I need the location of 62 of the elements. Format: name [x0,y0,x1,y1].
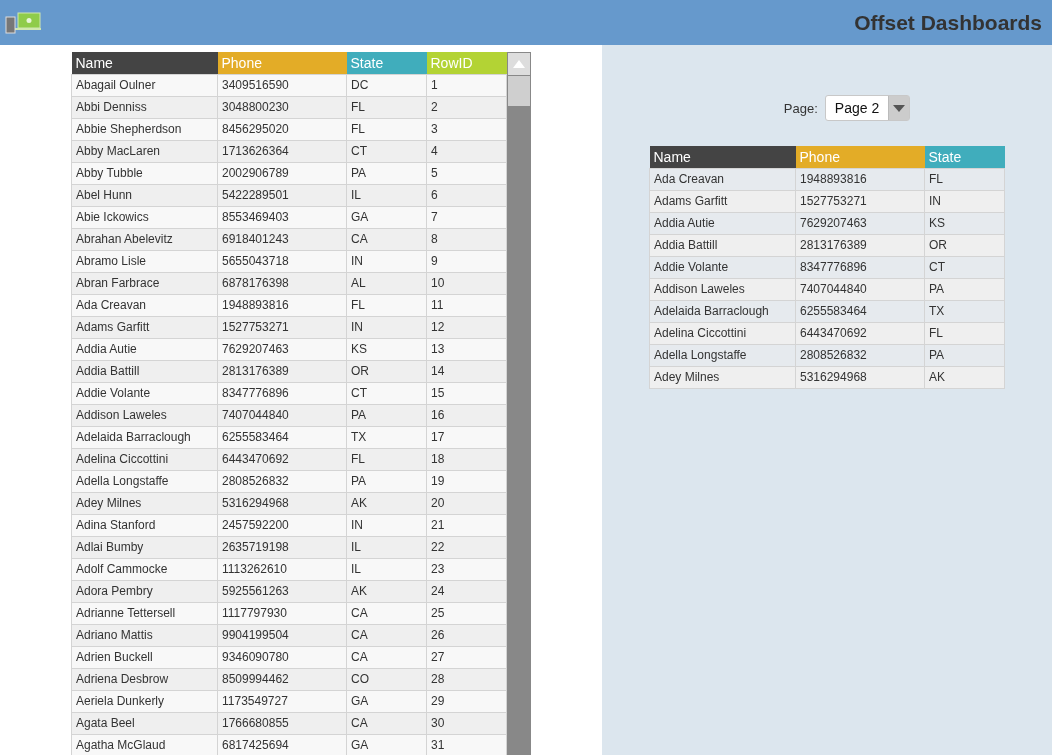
table-cell: FL [924,168,1005,190]
table-cell: Adora Pembry [71,580,218,602]
table-cell: 3409516590 [217,74,347,96]
caret-icon [893,104,906,112]
table-cell: Abie Ickowics [71,206,218,228]
triangle-up-icon [513,60,525,68]
table-cell: Adelina Ciccottini [649,322,796,344]
column-header: Phone [795,146,925,168]
table-cell: Addison Laweles [649,278,796,300]
table-cell: Adams Garfitt [71,316,218,338]
scrollbar-thumb[interactable] [508,76,530,106]
table-cell: 1 [426,74,507,96]
scrollbar-track[interactable] [507,52,531,755]
table-cell: Abrahan Abelevitz [71,228,218,250]
app-title: Offset Dashboards [854,10,1042,35]
scroll-up-button[interactable] [508,53,530,75]
column-header: State [924,146,1005,168]
page-label: Page: [783,100,818,116]
table-cell: Adella Longstaffe [71,470,218,492]
table-cell: Adolf Cammocke [71,558,218,580]
table-cell: Adey Milnes [71,492,218,514]
devices-icon [5,11,41,34]
table-cell: 1948893816 [795,168,925,190]
table-cell: Abran Farbrace [71,272,218,294]
table-cell: Ada Creavan [649,168,796,190]
table-cell: Addie Volante [71,382,218,404]
table-cell: Adella Longstaffe [649,344,796,366]
table-cell: Addia Battill [71,360,218,382]
table-cell: Adams Garfitt [649,190,796,212]
table-cell: Abramo Lisle [71,250,218,272]
table-cell: Adriano Mattis [71,624,218,646]
table-cell: Adelina Ciccottini [71,448,218,470]
table-cell: Abel Hunn [71,184,218,206]
table-cell: Agata Beel [71,712,218,734]
table-cell: Addia Autie [71,338,218,360]
table-cell: Agatha McGlaud [71,734,218,755]
table-cell: Adina Stanford [71,514,218,536]
table-cell: DC [346,74,427,96]
column-header: RowID [426,52,507,74]
table-cell: Aeriela Dunkerly [71,690,218,712]
table-cell: Abby MacLaren [71,140,218,162]
table-cell: Addia Autie [649,212,796,234]
table-cell: Adelaida Barraclough [71,426,218,448]
table-cell: Adelaida Barraclough [649,300,796,322]
table-cell: Abby Tubble [71,162,218,184]
table-cell: Adlai Bumby [71,536,218,558]
table-cell: Ada Creavan [71,294,218,316]
table-cell: Abagail Oulner [71,74,218,96]
table-cell: Adey Milnes [649,366,796,388]
column-header: Phone [217,52,347,74]
table-cell: Adrien Buckell [71,646,218,668]
table-cell: Addie Volante [649,256,796,278]
table-cell: Abbie Shepherdson [71,118,218,140]
table-cell: Addison Laweles [71,404,218,426]
column-header: Name [649,146,796,168]
table-cell: Addia Battill [649,234,796,256]
table-cell: Adrianne Tettersell [71,602,218,624]
table-cell: Abbi Denniss [71,96,218,118]
column-header: Name [71,52,218,74]
page-dropdown[interactable]: Page 2 [824,95,911,121]
column-header: State [346,52,427,74]
table-cell: Adriena Desbrow [71,668,218,690]
